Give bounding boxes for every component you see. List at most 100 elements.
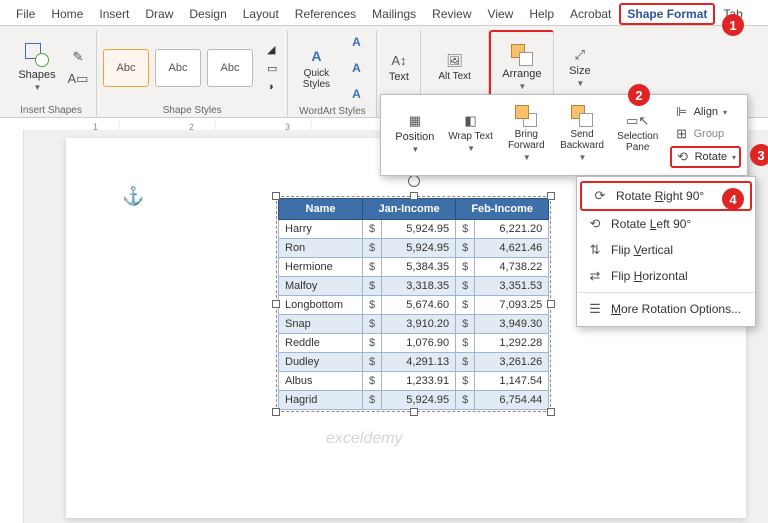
edit-shape-button[interactable]: ✎: [66, 47, 90, 67]
callout-badge-4: 4: [722, 188, 744, 210]
position-icon: ▦: [407, 113, 423, 129]
align-icon: ⊫: [674, 104, 690, 120]
resize-handle[interactable]: [547, 300, 555, 308]
rotate-icon: ⟲: [675, 149, 691, 165]
tab-home[interactable]: Home: [43, 3, 91, 25]
selected-object[interactable]: Name Jan-Income Feb-Income Harry$5,924.9…: [276, 196, 551, 412]
style-preset-1[interactable]: Abc: [103, 49, 149, 87]
selection-pane-button[interactable]: ▭↖ Selection Pane: [610, 99, 666, 167]
resize-handle[interactable]: [272, 300, 280, 308]
text-direction-button[interactable]: A↕ Text: [381, 35, 417, 101]
shape-effects-button[interactable]: ◑: [263, 79, 281, 95]
style-preset-2[interactable]: Abc: [155, 49, 201, 87]
text-outline-button[interactable]: A: [342, 56, 370, 80]
tab-references[interactable]: References: [287, 3, 364, 25]
more-rotation-icon: ☰: [587, 301, 603, 317]
more-rotation-options-item[interactable]: ☰ More Rotation Options...: [577, 296, 755, 322]
alt-text-button[interactable]: 🖼 Alt Text: [435, 35, 475, 101]
cell-jan: 5,674.60: [382, 296, 456, 315]
cell-jan: 4,291.13: [382, 353, 456, 372]
cell-feb: 6,221.20: [475, 220, 549, 239]
cell-feb: 3,261.26: [475, 353, 549, 372]
cell-feb: 3,949.30: [475, 315, 549, 334]
group-button: ⊞Group: [670, 124, 741, 144]
text-fill-button[interactable]: A: [342, 30, 370, 54]
cell-currency: $: [363, 258, 382, 277]
tab-design[interactable]: Design: [181, 3, 234, 25]
chevron-down-icon: ▼: [34, 83, 42, 92]
rotate-left-label: Rotate Left 90°: [611, 217, 691, 231]
cell-currency: $: [363, 391, 382, 410]
arrange-label: Arrange: [502, 68, 541, 80]
wrap-text-label: Wrap Text: [448, 131, 493, 142]
tab-review[interactable]: Review: [424, 3, 479, 25]
cell-currency: $: [456, 391, 475, 410]
quick-styles-button[interactable]: A Quick Styles: [294, 35, 338, 101]
quick-styles-label: Quick Styles: [295, 68, 337, 90]
flip-horizontal-item[interactable]: ⇄ Flip Horizontal: [577, 263, 755, 289]
bring-forward-button[interactable]: Bring Forward▼: [498, 99, 554, 167]
text-box-button[interactable]: A▭: [66, 69, 90, 89]
position-button[interactable]: ▦ Position▼: [387, 99, 443, 167]
wrap-text-button[interactable]: ◧ Wrap Text▼: [443, 99, 499, 167]
send-backward-label: Send Backward: [555, 129, 609, 151]
bring-forward-label: Bring Forward: [499, 129, 553, 151]
align-label: Align: [694, 106, 718, 118]
size-label: Size: [569, 65, 590, 77]
tab-insert[interactable]: Insert: [91, 3, 137, 25]
rotate-label: Rotate: [695, 151, 727, 163]
selection-pane-icon: ▭↖: [630, 113, 646, 129]
cell-currency: $: [456, 239, 475, 258]
cell-currency: $: [456, 220, 475, 239]
shape-outline-button[interactable]: ▭: [263, 60, 281, 77]
effects-icon: ◑: [267, 81, 274, 93]
shape-fill-button[interactable]: ◢: [263, 41, 281, 58]
cell-name: Dudley: [279, 353, 363, 372]
arrange-dropdown: ▦ Position▼ ◧ Wrap Text▼ Bring Forward▼ …: [380, 94, 748, 176]
cell-name: Hermione: [279, 258, 363, 277]
callout-badge-3: 3: [750, 144, 768, 166]
shapes-label: Shapes: [18, 69, 55, 81]
text-effects-button[interactable]: A: [342, 82, 370, 106]
vertical-ruler: [0, 130, 24, 523]
cell-feb: 4,738.22: [475, 258, 549, 277]
resize-handle[interactable]: [410, 192, 418, 200]
cell-feb: 7,093.25: [475, 296, 549, 315]
cell-name: Ron: [279, 239, 363, 258]
resize-handle[interactable]: [547, 192, 555, 200]
tab-view[interactable]: View: [480, 3, 522, 25]
alt-text-label: Alt Text: [438, 71, 471, 82]
size-button[interactable]: ⤢ Size ▼: [560, 35, 600, 101]
tab-help[interactable]: Help: [521, 3, 562, 25]
tab-acrobat[interactable]: Acrobat: [562, 3, 619, 25]
resize-handle[interactable]: [272, 408, 280, 416]
resize-handle[interactable]: [547, 408, 555, 416]
cell-name: Snap: [279, 315, 363, 334]
rotate-left-icon: ⟲: [587, 216, 603, 232]
tab-layout[interactable]: Layout: [235, 3, 287, 25]
shapes-button[interactable]: Shapes ▼: [12, 35, 62, 101]
tab-draw[interactable]: Draw: [137, 3, 181, 25]
resize-handle[interactable]: [272, 192, 280, 200]
rotate-handle[interactable]: [408, 175, 420, 187]
arrange-button[interactable]: Arrange ▼: [497, 35, 547, 101]
rotate-button[interactable]: ⟲Rotate▾: [670, 146, 741, 168]
table-row: Reddle$1,076.90$1,292.28: [279, 334, 549, 353]
align-button[interactable]: ⊫Align▾: [670, 102, 741, 122]
more-rotation-label: More Rotation Options...: [611, 302, 741, 316]
cell-name: Malfoy: [279, 277, 363, 296]
send-backward-button[interactable]: Send Backward▼: [554, 99, 610, 167]
style-preset-3[interactable]: Abc: [207, 49, 253, 87]
flip-v-label: Flip Vertical: [611, 243, 673, 257]
resize-handle[interactable]: [410, 408, 418, 416]
cell-currency: $: [363, 315, 382, 334]
rotate-left-90-item[interactable]: ⟲ Rotate Left 90°: [577, 211, 755, 237]
group-obj-label: Group: [694, 128, 725, 140]
flip-vertical-item[interactable]: ⇅ Flip Vertical: [577, 237, 755, 263]
tab-mailings[interactable]: Mailings: [364, 3, 424, 25]
cell-feb: 3,351.53: [475, 277, 549, 296]
tab-shape-format[interactable]: Shape Format: [619, 3, 715, 25]
cell-jan: 1,076.90: [382, 334, 456, 353]
text-label: Text: [389, 71, 409, 83]
tab-file[interactable]: File: [8, 3, 43, 25]
